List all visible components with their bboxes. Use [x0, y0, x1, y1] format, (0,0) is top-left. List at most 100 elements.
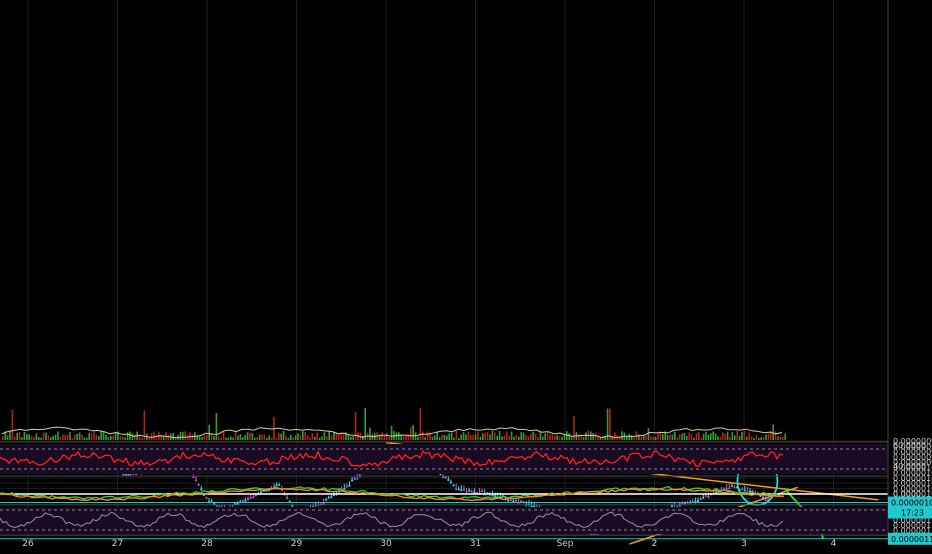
x-tick-label: 3: [741, 539, 747, 549]
volume-bar: [594, 432, 597, 440]
volume-bar: [98, 436, 100, 440]
candle-body: [260, 491, 263, 494]
volume-bar: [30, 436, 33, 440]
volume-bar: [191, 434, 194, 440]
volume-bar: [647, 428, 650, 440]
volume-bar: [390, 425, 393, 440]
candlestick-chart[interactable]: 60.000040.00000.0000100.0000 0.00000114 0…: [0, 0, 932, 550]
volume-bar: [431, 437, 434, 440]
volume-bar: [227, 437, 230, 440]
volume-bar: [582, 437, 585, 440]
volume-bar: [458, 437, 460, 440]
volume-bar: [107, 437, 110, 440]
volume-bar: [630, 435, 633, 440]
candle-body: [457, 488, 460, 491]
candle-body: [449, 481, 452, 484]
volume-bar: [782, 436, 784, 440]
x-tick-label: 4: [831, 539, 837, 549]
volume-bar: [371, 434, 374, 440]
current-price-label: 0.00000107: [891, 499, 932, 508]
volume-bar: [196, 436, 198, 440]
volume-bar: [758, 437, 760, 440]
candle-body: [473, 491, 476, 494]
volume-bar: [71, 437, 74, 440]
volume-bar: [93, 431, 95, 440]
volume-bar: [678, 434, 681, 440]
volume-bar: [628, 433, 630, 440]
volume-bar: [350, 436, 352, 440]
volume-bar: [434, 435, 436, 440]
volume-bar: [263, 434, 266, 440]
volume-bar: [326, 435, 328, 440]
top-level-label: 0.00000114: [891, 535, 932, 544]
volume-bar: [342, 432, 345, 440]
volume-bar: [537, 437, 539, 440]
volume-bar: [592, 432, 594, 440]
candle-body: [671, 505, 674, 508]
volume-bar: [568, 432, 570, 440]
candle-body: [351, 479, 354, 482]
volume-bar: [618, 435, 621, 440]
candle: [733, 484, 736, 489]
candle: [725, 484, 728, 490]
volume-bar: [201, 437, 203, 440]
x-tick-label: 27: [112, 539, 123, 549]
volume-bar: [143, 410, 146, 440]
x-tick-label: 29: [291, 539, 303, 549]
candle-body: [353, 478, 356, 480]
volume-bar: [249, 432, 251, 440]
volume-bar: [515, 434, 518, 440]
volume-bar: [314, 436, 316, 440]
candle-body: [348, 484, 351, 487]
volume-bar: [674, 431, 676, 440]
volume-bar: [534, 433, 537, 440]
volume-bar: [412, 425, 414, 440]
volume-bar: [729, 436, 731, 440]
volume-bar: [666, 434, 669, 440]
volume-bar: [162, 435, 165, 440]
volume-bar: [150, 433, 153, 440]
candle-body: [322, 503, 325, 505]
candle-body: [122, 473, 125, 476]
volume-bar: [126, 432, 129, 440]
volume-bar: [352, 436, 354, 440]
volume-bar: [218, 436, 220, 440]
volume-bar: [510, 431, 513, 440]
volume-bar: [426, 431, 429, 440]
volume-bar: [290, 434, 292, 440]
volume-bar: [491, 431, 494, 440]
volume-bar: [14, 436, 16, 440]
volume-bar: [364, 407, 366, 440]
volume-bar: [256, 436, 258, 440]
volume-bar: [282, 431, 285, 440]
volume-bar: [561, 436, 563, 440]
volume-bar: [714, 433, 717, 440]
candle: [348, 481, 351, 487]
volume-bar: [330, 435, 333, 440]
volume-bar: [532, 431, 534, 440]
volume-bar: [167, 434, 170, 440]
volume-bar: [246, 432, 249, 440]
candle-body: [514, 500, 517, 502]
candle-body: [728, 487, 731, 490]
candle-body: [743, 489, 746, 492]
candle-body: [343, 488, 346, 490]
volume-bar: [102, 431, 105, 440]
volume-bar: [306, 435, 309, 440]
volume-bar: [294, 435, 297, 440]
volume-bar: [650, 436, 652, 440]
volume-bar: [6, 435, 9, 440]
volume-bar: [556, 434, 558, 440]
candle-body: [330, 496, 333, 499]
candle-body: [462, 489, 465, 491]
candle: [470, 489, 473, 493]
volume-bar: [760, 437, 762, 440]
candle-body: [249, 497, 252, 499]
volume-bar: [208, 424, 210, 440]
volume-bar: [299, 435, 302, 440]
candle-body: [195, 479, 198, 482]
volume-bar: [710, 433, 712, 440]
volume-bar: [741, 432, 743, 440]
candle-body: [460, 489, 463, 492]
volume-bar: [558, 436, 561, 440]
